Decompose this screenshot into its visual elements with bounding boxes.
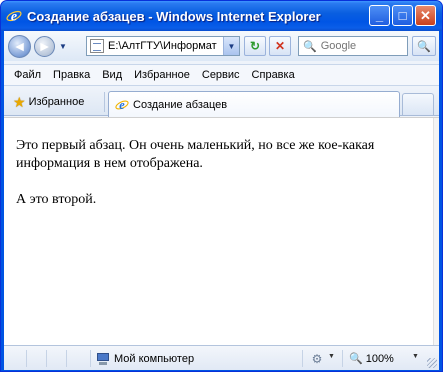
minimize-button[interactable]: _ <box>369 5 390 26</box>
zoom-level: 100% <box>365 352 394 365</box>
tab-bar: ★ Избранное e Создание абзацев <box>4 88 439 117</box>
tab-active[interactable]: e Создание абзацев <box>108 91 400 117</box>
search-button[interactable]: 🔍 <box>412 36 436 56</box>
security-zone[interactable]: Мой компьютер <box>96 350 194 367</box>
page-icon <box>90 39 104 53</box>
zoom-icon: 🔍 <box>349 353 363 365</box>
window-title: Создание абзацев - Windows Internet Expl… <box>27 8 321 24</box>
protected-mode-icon[interactable]: ⚙ <box>309 351 325 366</box>
status-divider <box>26 350 27 367</box>
chevron-down-icon[interactable]: ▼ <box>328 353 335 360</box>
status-divider <box>302 350 303 367</box>
menu-file[interactable]: Файл <box>8 69 47 81</box>
refresh-button[interactable]: ↻ <box>244 36 266 56</box>
address-url[interactable]: E:\АлтГТУ\Информат <box>108 40 220 52</box>
menu-tools[interactable]: Сервис <box>196 69 246 81</box>
menu-favorites[interactable]: Избранное <box>128 69 196 81</box>
address-field[interactable]: E:\АлтГТУ\Информат ▼ <box>86 36 240 56</box>
page-content: Это первый абзац. Он очень маленький, но… <box>4 117 439 346</box>
browser-window: e Создание абзацев - Windows Internet Ex… <box>0 0 443 372</box>
navigation-bar: ◄ ► ▼ E:\АлтГТУ\Информат ▼ ↻ ✕ 🔍 🔍 <box>4 31 439 61</box>
window-controls: _ □ ✕ <box>369 5 436 26</box>
back-button[interactable]: ◄ <box>8 34 31 58</box>
resize-grip[interactable] <box>427 358 437 368</box>
close-button[interactable]: ✕ <box>415 5 436 26</box>
stop-button[interactable]: ✕ <box>269 36 291 56</box>
favorites-button[interactable]: ★ Избранное <box>9 92 88 112</box>
maximize-button[interactable]: □ <box>392 5 413 26</box>
address-dropdown-button[interactable]: ▼ <box>223 37 239 55</box>
browser-client: ◄ ► ▼ E:\АлтГТУ\Информат ▼ ↻ ✕ 🔍 🔍 Файл … <box>4 31 439 370</box>
internet-explorer-icon: e <box>115 98 129 112</box>
internet-explorer-icon: e <box>6 10 22 25</box>
status-divider <box>66 350 67 367</box>
menu-bar: Файл Правка Вид Избранное Сервис Справка <box>4 64 439 86</box>
search-field[interactable]: 🔍 <box>298 36 408 56</box>
menu-edit[interactable]: Правка <box>47 69 96 81</box>
status-bar: Мой компьютер ⚙ ▼ 🔍 100% ▼ <box>4 345 439 370</box>
menu-view[interactable]: Вид <box>96 69 128 81</box>
menu-help[interactable]: Справка <box>246 69 301 81</box>
vertical-scrollbar[interactable] <box>433 118 439 346</box>
computer-icon <box>96 352 110 365</box>
zone-label: Мой компьютер <box>114 352 195 365</box>
favorites-label: Избранное <box>28 96 85 108</box>
search-provider-icon: 🔍 <box>303 40 317 53</box>
forward-button[interactable]: ► <box>34 35 55 57</box>
paragraph-second: А это второй. <box>16 192 97 207</box>
tab-label: Создание абзацев <box>133 98 228 111</box>
chevron-down-icon[interactable]: ▼ <box>412 353 419 360</box>
status-divider <box>46 350 47 367</box>
new-tab-button[interactable] <box>402 93 434 115</box>
status-divider <box>90 350 91 367</box>
svg-text:e: e <box>11 10 17 25</box>
recent-pages-dropdown-icon[interactable]: ▼ <box>59 42 67 51</box>
svg-text:e: e <box>119 98 125 112</box>
status-divider <box>342 350 343 367</box>
search-input[interactable] <box>320 40 407 52</box>
title-bar[interactable]: e Создание абзацев - Windows Internet Ex… <box>1 1 442 31</box>
tab-separator <box>104 92 105 112</box>
zoom-control[interactable]: 🔍 100% <box>349 350 394 367</box>
paragraph-first: Это первый абзац. Он очень маленький, но… <box>16 138 375 171</box>
star-icon: ★ <box>13 93 26 110</box>
